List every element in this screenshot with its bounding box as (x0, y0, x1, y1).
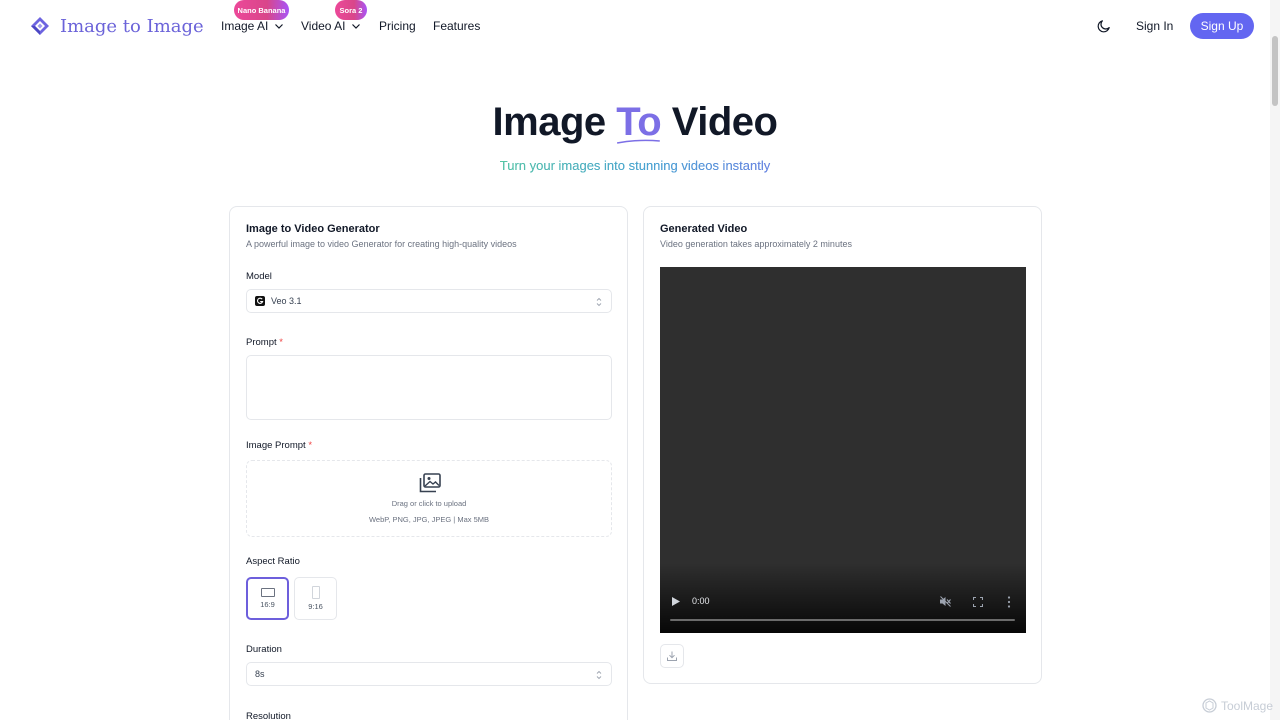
landscape-icon (260, 588, 275, 597)
page-scrollbar[interactable] (1270, 0, 1280, 720)
nav-pricing-label: Pricing (379, 19, 416, 33)
toolmage-watermark: ToolMage (1202, 698, 1273, 713)
duration-select[interactable]: 8s (246, 662, 612, 686)
prompt-label-text: Prompt (246, 337, 277, 348)
image-upload-dropzone[interactable]: Drag or click to upload WebP, PNG, JPG, … (246, 460, 612, 537)
brand-name: Image to Image (60, 16, 204, 37)
nav-video-ai[interactable]: Video AI (301, 19, 361, 33)
upload-format-hint: WebP, PNG, JPG, JPEG | Max 5MB (368, 515, 490, 524)
required-marker: * (308, 440, 313, 451)
brand-logo-icon (31, 17, 49, 35)
scrollbar-thumb[interactable] (1272, 36, 1278, 106)
aspect-ratio-16-9[interactable]: 16:9 (246, 577, 289, 620)
watermark-text: ToolMage (1221, 698, 1274, 713)
nav-features-label: Features (433, 19, 481, 33)
required-marker: * (279, 337, 283, 348)
mute-icon[interactable] (940, 596, 951, 607)
top-nav: Image to Image Nano Banana Image AI Sora… (0, 0, 1270, 52)
nano-banana-badge: Nano Banana (234, 0, 289, 20)
generator-card: Image to Video Generator A powerful imag… (229, 206, 628, 720)
title-highlight: To (616, 98, 661, 146)
image-prompt-label: Image Prompt * (246, 440, 312, 451)
generated-video-title: Generated Video (660, 223, 748, 235)
video-player[interactable]: 0:00 (660, 267, 1026, 633)
gemini-logo-icon (255, 296, 265, 306)
chevron-up-down-icon (596, 670, 602, 680)
aspect-ratio-9-16[interactable]: 9:16 (294, 577, 337, 620)
nav-video-ai-label: Video AI (301, 19, 346, 33)
generator-description: A powerful image to video Generator for … (246, 239, 517, 249)
image-upload-icon (419, 473, 441, 493)
nav-features[interactable]: Features (433, 19, 480, 33)
duration-value: 8s (255, 669, 265, 679)
page-subtitle: Turn your images into stunning videos in… (0, 158, 1270, 174)
chevron-up-down-icon (596, 297, 602, 307)
fullscreen-icon[interactable] (973, 597, 983, 607)
nav-image-ai-label: Image AI (221, 19, 269, 33)
highlight-underline (617, 139, 661, 144)
resolution-label: Resolution (246, 711, 291, 720)
image-prompt-label-text: Image Prompt (246, 440, 306, 451)
moon-icon[interactable] (1096, 18, 1112, 34)
chevron-down-icon (275, 24, 284, 29)
chevron-down-icon (352, 24, 361, 29)
sign-up-button[interactable]: Sign Up (1190, 13, 1254, 39)
video-progress-track[interactable] (670, 619, 1015, 621)
more-options-icon[interactable] (1007, 596, 1011, 608)
nav-pricing[interactable]: Pricing (379, 19, 416, 33)
nav-image-ai[interactable]: Image AI (221, 19, 284, 33)
video-time: 0:00 (692, 596, 710, 606)
aspect-ratio-label: Aspect Ratio (246, 556, 300, 567)
model-label: Model (246, 271, 272, 282)
model-value: Veo 3.1 (271, 296, 302, 306)
sign-in-link[interactable]: Sign In (1136, 19, 1173, 33)
download-button[interactable] (660, 644, 684, 668)
title-part-video: Video (671, 100, 778, 144)
model-select[interactable]: Veo 3.1 (246, 289, 612, 313)
upload-instruction: Drag or click to upload (391, 499, 467, 508)
play-icon[interactable] (672, 597, 680, 606)
duration-label: Duration (246, 644, 282, 655)
aspect-ratio-16-9-label: 16:9 (260, 600, 275, 609)
toolmage-logo-icon (1202, 698, 1217, 713)
title-part-image: Image (492, 100, 607, 144)
aspect-ratio-9-16-label: 9:16 (308, 602, 323, 611)
brand-logo[interactable]: Image to Image (30, 16, 204, 37)
sora-2-badge: Sora 2 (335, 0, 367, 20)
prompt-textarea[interactable] (246, 355, 612, 420)
generated-video-description: Video generation takes approximately 2 m… (660, 239, 852, 249)
page-subtitle-text: Turn your images into stunning videos in… (499, 158, 771, 173)
portrait-icon (311, 586, 320, 599)
page-title: Image To Video (0, 98, 1270, 146)
video-controls-gradient (660, 563, 1026, 633)
generator-title: Image to Video Generator (246, 223, 380, 235)
prompt-label: Prompt * (246, 337, 283, 348)
download-icon (667, 651, 677, 661)
generated-video-card: Generated Video Video generation takes a… (643, 206, 1042, 684)
